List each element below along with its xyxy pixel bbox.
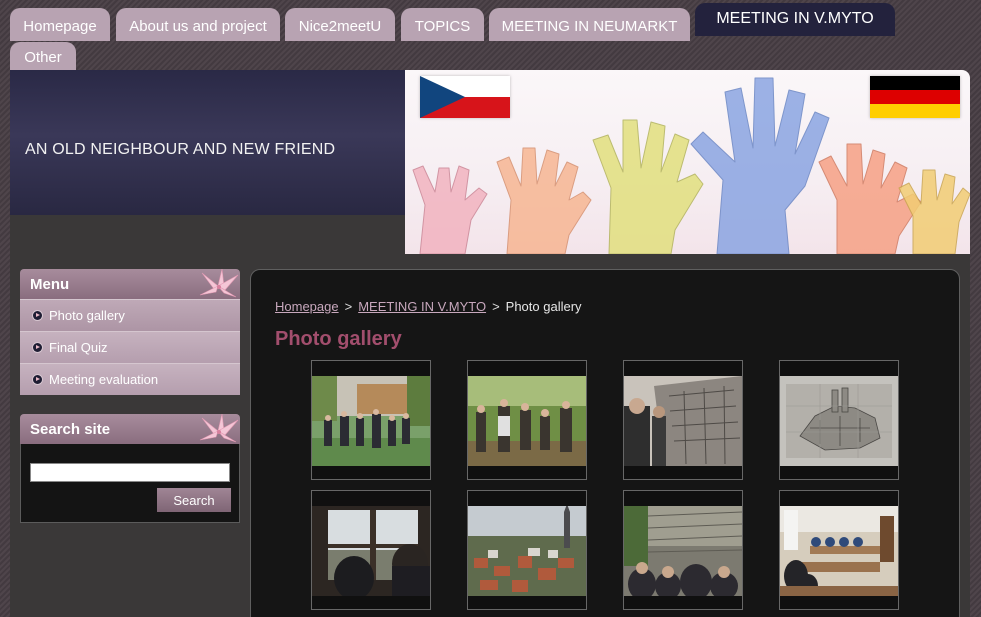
tab-meeting-in-v-myto[interactable]: MEETING IN V.MYTO bbox=[695, 3, 895, 36]
breadcrumb-homepage-link[interactable]: Homepage bbox=[275, 299, 339, 314]
photo-classroom-thumbnail[interactable] bbox=[779, 490, 899, 610]
photo-image bbox=[780, 376, 898, 466]
photo-image bbox=[312, 376, 430, 466]
flag-czech-icon bbox=[420, 76, 510, 118]
photo-group-walking-thumbnail[interactable] bbox=[311, 360, 431, 480]
breadcrumb-separator: > bbox=[492, 299, 500, 314]
photo-group-in-park-thumbnail[interactable] bbox=[467, 360, 587, 480]
photo-image bbox=[624, 506, 742, 596]
photo-image bbox=[468, 376, 586, 466]
arrow-bullet-icon bbox=[33, 375, 42, 384]
sidebar-search-header: Search site bbox=[20, 414, 240, 444]
sidebar-search: Search site Search bbox=[20, 414, 240, 523]
sidebar-item-label: Photo gallery bbox=[49, 308, 125, 323]
sidebar-item-final-quiz[interactable]: Final Quiz bbox=[20, 331, 240, 363]
main-content: Homepage > MEETING IN V.MYTO > Photo gallery… bbox=[250, 269, 960, 617]
breadcrumb-current: Photo gallery bbox=[505, 299, 582, 314]
search-form: Search bbox=[20, 444, 240, 523]
photo-image bbox=[624, 376, 742, 466]
sidebar-item-label: Meeting evaluation bbox=[49, 372, 159, 387]
header-spacer bbox=[10, 215, 405, 254]
search-button[interactable]: Search bbox=[157, 488, 231, 512]
site-tagline: AN OLD NEIGHBOUR AND NEW FRIEND bbox=[25, 141, 336, 158]
tab-meeting-in-neumarkt[interactable]: MEETING IN NEUMARKT bbox=[489, 8, 690, 41]
sidebar-menu-title: Menu bbox=[30, 276, 70, 293]
lily-flower-icon bbox=[199, 269, 239, 298]
photo-city-map-drawing-thumbnail[interactable] bbox=[779, 360, 899, 480]
sidebar-search-title: Search site bbox=[30, 421, 111, 438]
arrow-bullet-icon bbox=[33, 311, 42, 320]
photo-image bbox=[468, 506, 586, 596]
search-input[interactable] bbox=[30, 463, 230, 482]
sidebar-item-meeting-evaluation[interactable]: Meeting evaluation bbox=[20, 363, 240, 395]
sidebar-item-photo-gallery[interactable]: Photo gallery bbox=[20, 299, 240, 331]
photo-students-at-wall-thumbnail[interactable] bbox=[623, 490, 743, 610]
sidebar-menu-header: Menu bbox=[20, 269, 240, 299]
page-title: Photo gallery bbox=[275, 328, 402, 350]
arrow-bullet-icon bbox=[33, 343, 42, 352]
site-header: AN OLD NEIGHBOUR AND NEW FRIEND bbox=[10, 70, 970, 254]
photo-window-view-thumbnail[interactable] bbox=[311, 490, 431, 610]
breadcrumb-meeting-link[interactable]: MEETING IN V.MYTO bbox=[358, 299, 486, 314]
lily-flower-icon bbox=[199, 414, 239, 443]
photo-city-model-wall-thumbnail[interactable] bbox=[623, 360, 743, 480]
tab-topics[interactable]: TOPICS bbox=[401, 8, 484, 41]
header-title-panel: AN OLD NEIGHBOUR AND NEW FRIEND bbox=[10, 70, 405, 215]
breadcrumb: Homepage > MEETING IN V.MYTO > Photo gallery bbox=[275, 299, 582, 314]
tab-about-us-and-project[interactable]: About us and project bbox=[116, 8, 280, 41]
flag-germany-icon bbox=[870, 76, 960, 118]
photo-image bbox=[312, 506, 430, 596]
tab-other[interactable]: Other bbox=[10, 42, 76, 70]
header-banner bbox=[405, 70, 970, 254]
tab-homepage[interactable]: Homepage bbox=[10, 8, 110, 41]
breadcrumb-separator: > bbox=[344, 299, 353, 314]
photo-town-panorama-thumbnail[interactable] bbox=[467, 490, 587, 610]
sidebar-menu: Menu Photo gallery Final Quiz Meeting ev… bbox=[20, 269, 240, 395]
tab-nice2meetu[interactable]: Nice2meetU bbox=[285, 8, 395, 41]
sidebar-item-label: Final Quiz bbox=[49, 340, 108, 355]
photo-image bbox=[780, 506, 898, 596]
